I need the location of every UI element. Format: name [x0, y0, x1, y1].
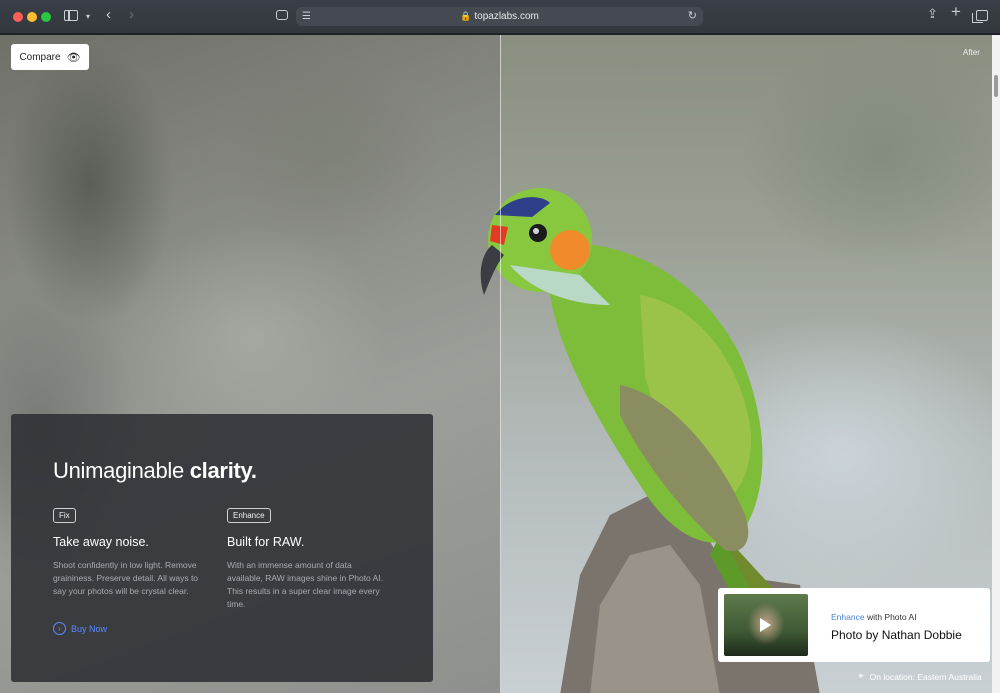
feature-fix: Fix Take away noise. Shoot confidently i… [53, 505, 213, 598]
panel-title-light: Unimaginable [53, 458, 184, 483]
compare-label: Compare [19, 51, 61, 63]
feature-body: Shoot confidently in low light. Remove g… [53, 560, 199, 596]
location-caption: ⌖ On location: Eastern Australia [858, 671, 982, 682]
feature-heading: Take away noise. [53, 535, 149, 549]
browser-toolbar: ▾ ‹ › 🔒 topazlabs.com ↻ ☰ ⇪ + [0, 0, 1000, 34]
feature-tag: Fix [53, 508, 76, 523]
card-subtitle-rest: with Photo AI [866, 612, 917, 622]
card-accent: Enhance [831, 612, 865, 622]
compare-button[interactable]: Compare 👁 [11, 44, 89, 70]
feature-body: With an immense amount of data available… [227, 560, 384, 609]
page-scrollbar[interactable] [992, 35, 1000, 693]
feature-tag: Enhance [227, 508, 271, 523]
photographer-card[interactable]: Enhance with Photo AI Photo by Nathan Do… [718, 588, 990, 662]
forward-icon[interactable]: › [129, 7, 134, 22]
url-text: topazlabs.com [474, 11, 539, 22]
location-text: On location: Eastern Australia [869, 671, 982, 682]
new-tab-icon[interactable]: + [951, 3, 961, 20]
card-subtitle: Enhance with Photo AI [831, 612, 917, 622]
feature-heading: Built for RAW. [227, 535, 305, 549]
buy-now-label: Buy Now [71, 623, 108, 634]
feature-enhance: Enhance Built for RAW. With an immense a… [227, 505, 387, 611]
compare-slider-handle[interactable] [500, 35, 501, 693]
lock-icon: 🔒 [460, 11, 472, 21]
extension-icon[interactable] [276, 10, 288, 20]
buy-now-link[interactable]: › Buy Now [53, 622, 107, 635]
hero-compare-section: Compare 👁 After Unimaginable clarity. Fi… [0, 35, 992, 693]
arrow-circle-icon: › [53, 622, 66, 635]
panel-title-bold: clarity. [189, 458, 257, 483]
after-label: After [963, 48, 980, 57]
play-icon [760, 618, 771, 632]
video-thumbnail[interactable] [724, 594, 808, 656]
sidebar-icon[interactable] [64, 10, 78, 21]
reload-icon[interactable]: ↻ [688, 9, 697, 22]
reader-icon[interactable]: ☰ [302, 10, 311, 24]
scrollbar-thumb[interactable] [994, 75, 998, 97]
eye-icon: 👁 [66, 51, 81, 64]
tabs-overview-icon[interactable] [972, 10, 988, 23]
panel-title: Unimaginable clarity. [53, 458, 257, 484]
zoom-window-button[interactable] [41, 12, 51, 22]
close-window-button[interactable] [13, 12, 23, 22]
address-bar[interactable]: 🔒 topazlabs.com ↻ [296, 7, 703, 26]
minimize-window-button[interactable] [27, 12, 37, 22]
back-icon[interactable]: ‹ [106, 7, 111, 22]
share-icon[interactable]: ⇪ [927, 7, 938, 21]
map-pin-icon: ⌖ [858, 671, 864, 682]
card-title: Photo by Nathan Dobbie [831, 628, 962, 642]
info-panel: Unimaginable clarity. Fix Take away nois… [11, 414, 433, 682]
chevron-down-icon[interactable]: ▾ [86, 10, 90, 24]
